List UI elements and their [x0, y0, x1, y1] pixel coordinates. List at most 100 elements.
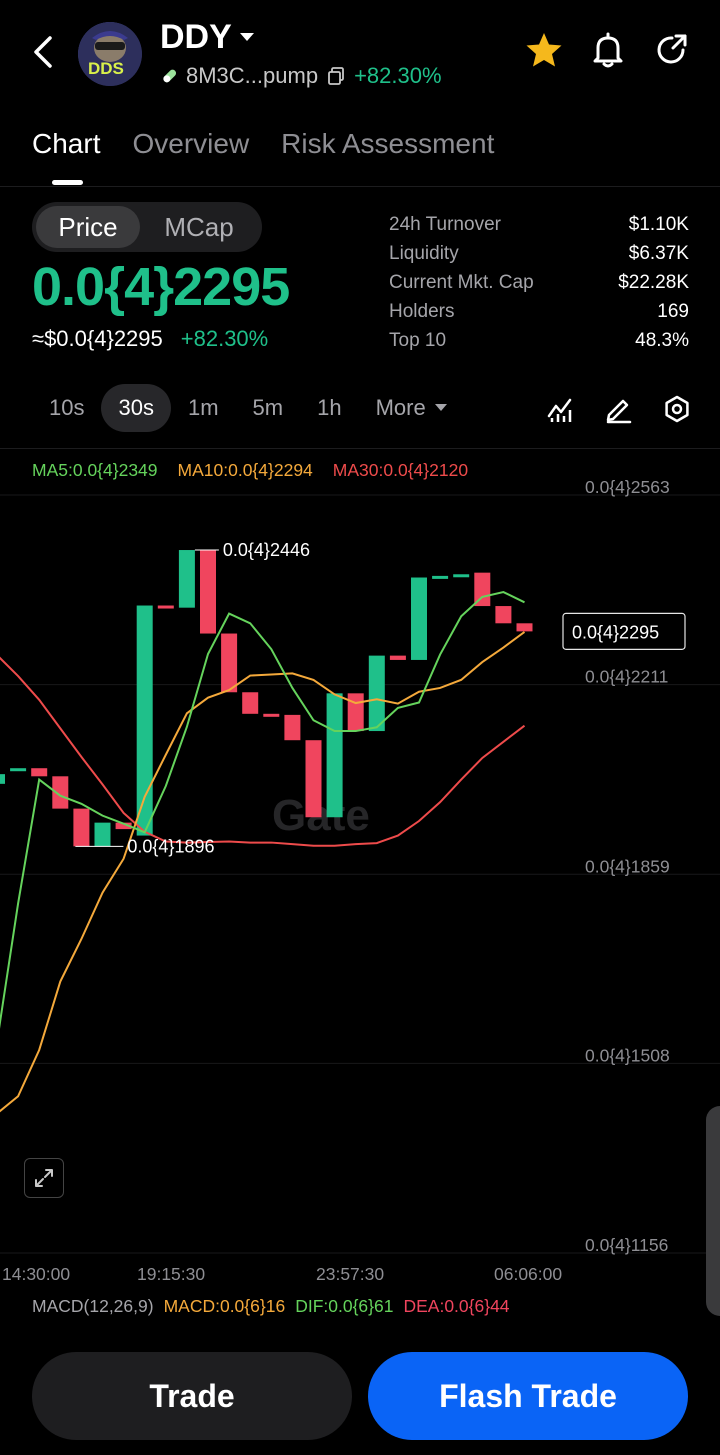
- x-tick-label: 19:15:30: [137, 1264, 205, 1284]
- share-icon[interactable]: [652, 30, 692, 75]
- y-tick-label: 0.0{4}2563: [585, 477, 670, 497]
- stat-value: $6.37K: [628, 242, 689, 264]
- stat-value: $22.28K: [618, 271, 689, 293]
- indicator-icon[interactable]: [546, 394, 576, 429]
- candle: [221, 633, 238, 693]
- x-tick-label: 23:57:30: [316, 1264, 384, 1284]
- more-label: More: [375, 395, 426, 420]
- caret-down-icon[interactable]: [238, 28, 256, 51]
- copy-icon[interactable]: [326, 66, 346, 86]
- draw-pencil-icon[interactable]: [604, 394, 634, 429]
- low-price-label: 0.0{4}1896: [127, 836, 214, 856]
- tab-chart[interactable]: Chart: [32, 128, 100, 160]
- ma-lines: [0, 590, 526, 1113]
- y-tick-label: 0.0{4}2211: [585, 667, 668, 687]
- stat-turnover: 24h Turnover $1.10K: [389, 210, 689, 239]
- tab-active-indicator: [52, 180, 83, 185]
- candle: [495, 606, 512, 624]
- candle: [389, 655, 406, 660]
- toggle-price[interactable]: Price: [36, 206, 140, 248]
- interval-1m[interactable]: 1m: [171, 384, 236, 432]
- address-row: 8M3C...pump +82.30%: [160, 62, 442, 90]
- y-tick-label: 0.0{4}1859: [585, 856, 670, 876]
- candle: [432, 575, 449, 579]
- macd-value: MACD:0.0{6}16: [163, 1296, 286, 1316]
- token-name[interactable]: DDY: [160, 18, 232, 57]
- dea-value: DEA:0.0{6}44: [403, 1296, 510, 1316]
- token-logo-text: DDS: [88, 59, 124, 78]
- candle: [284, 714, 301, 741]
- candle: [94, 822, 111, 847]
- trade-button[interactable]: Trade: [32, 1352, 352, 1440]
- x-tick-label: 14:30:00: [2, 1264, 70, 1284]
- interval-more[interactable]: More: [359, 384, 465, 432]
- divider: [0, 448, 720, 449]
- stat-label: Current Mkt. Cap: [389, 271, 534, 293]
- interval-5m[interactable]: 5m: [236, 384, 301, 432]
- tab-overview[interactable]: Overview: [132, 128, 249, 160]
- flash-trade-button[interactable]: Flash Trade: [368, 1352, 688, 1440]
- usd-price-row: ≈$0.0{4}2295 +82.30%: [32, 326, 268, 352]
- y-axis-labels: 0.0{4}2563 0.0{4}2211 0.0{4}1859 0.0{4}1508…: [585, 477, 670, 1255]
- candle: [411, 577, 427, 660]
- stat-holders: Holders 169: [389, 297, 689, 326]
- y-tick-label: 0.0{4}1508: [585, 1045, 670, 1065]
- stat-value: 169: [657, 300, 689, 322]
- stat-liquidity: Liquidity $6.37K: [389, 239, 689, 268]
- price-mcap-toggle: Price MCap: [32, 202, 262, 252]
- macd-legend: MACD(12,26,9) MACD:0.0{6}16 DIF:0.0{6}61…: [32, 1296, 510, 1317]
- candle: [242, 692, 259, 714]
- candle: [178, 550, 195, 608]
- candle: [73, 808, 90, 847]
- stat-label: 24h Turnover: [389, 213, 501, 235]
- candle: [157, 605, 174, 609]
- candle: [136, 605, 153, 836]
- candle: [263, 713, 280, 717]
- candle: [347, 693, 364, 732]
- tab-bar: Chart Overview Risk Assessment: [32, 128, 494, 160]
- expand-icon[interactable]: [24, 1158, 64, 1198]
- candle: [305, 740, 322, 818]
- caret-down-icon: [434, 404, 447, 411]
- ma10-line: [0, 631, 526, 1113]
- divider: [0, 186, 720, 187]
- candle: [200, 550, 216, 634]
- price-change: +82.30%: [180, 326, 269, 351]
- stat-top10: Top 10 48.3%: [389, 326, 689, 355]
- candle: [10, 768, 27, 772]
- current-price-label: 0.0{4}2295: [572, 622, 659, 642]
- interval-10s[interactable]: 10s: [32, 384, 101, 432]
- interval-30s[interactable]: 30s: [101, 384, 171, 432]
- macd-label: MACD(12,26,9): [32, 1296, 154, 1316]
- interval-1h[interactable]: 1h: [300, 384, 358, 432]
- pill-icon: [163, 69, 177, 83]
- candle: [326, 693, 343, 818]
- interval-bar: 10s 30s 1m 5m 1h More: [32, 384, 465, 432]
- dif-value: DIF:0.0{6}61: [295, 1296, 394, 1316]
- tab-risk-assessment[interactable]: Risk Assessment: [281, 128, 494, 160]
- token-address: 8M3C...pump: [186, 63, 319, 88]
- stat-value: 48.3%: [635, 329, 689, 351]
- stat-label: Top 10: [389, 329, 447, 351]
- toggle-mcap[interactable]: MCap: [140, 206, 258, 248]
- star-icon[interactable]: [524, 30, 564, 75]
- x-axis-labels: 14:30:00 19:15:30 23:57:30 06:06:00: [2, 1264, 562, 1284]
- stat-label: Holders: [389, 300, 455, 322]
- usd-price: ≈$0.0{4}2295: [32, 326, 163, 351]
- y-tick-label: 0.0{4}1156: [585, 1235, 668, 1255]
- bell-icon[interactable]: [588, 30, 628, 75]
- candles: [0, 550, 533, 847]
- current-price: 0.0{4}2295: [32, 257, 290, 317]
- side-drawer-handle[interactable]: [706, 1106, 720, 1316]
- stat-label: Liquidity: [389, 242, 459, 264]
- settings-hexagon-icon[interactable]: [662, 394, 692, 429]
- token-logo: DDS: [78, 22, 142, 86]
- x-tick-label: 06:06:00: [494, 1264, 562, 1284]
- candle: [0, 774, 5, 784]
- stat-value: $1.10K: [628, 213, 689, 235]
- back-button[interactable]: [22, 28, 66, 76]
- candle: [368, 655, 385, 732]
- stat-mkt-cap: Current Mkt. Cap $22.28K: [389, 268, 689, 297]
- high-price-label: 0.0{4}2446: [223, 540, 310, 560]
- price-chart[interactable]: Gate 0.0{4}25630.0{4}22110.0{4}18590.0{4…: [0, 470, 720, 1290]
